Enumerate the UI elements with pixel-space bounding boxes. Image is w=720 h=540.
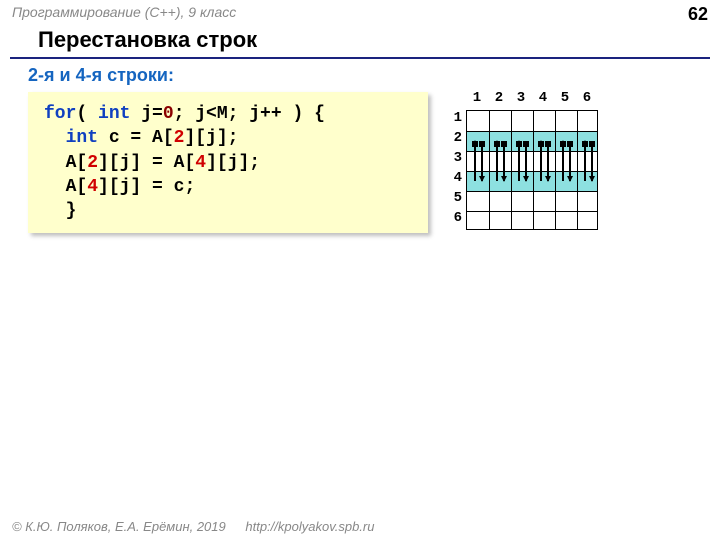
code-text: ; j<M; j++ ) { [174,104,325,124]
code-text: j= [130,104,162,124]
swap-arrow-icon [562,141,564,181]
code-text: ( [76,104,98,124]
row-label: 6 [446,208,462,228]
grid-diagram: 1 2 3 4 5 6 1 2 3 4 5 6 [448,92,598,230]
slide-header: Программирование (C++), 9 класс 62 [0,0,720,25]
code-text [44,153,66,173]
swap-arrow-icon [540,141,542,181]
swap-arrow-icon [525,141,527,181]
grid-line [467,131,597,132]
slide-footer: © К.Ю. Поляков, Е.А. Ерёмин, 2019 http:/… [12,519,374,534]
swap-arrow-icon [569,141,571,181]
subtitle: 2-я и 4-я строки: [0,59,720,92]
grid-line [467,171,597,172]
code-number: 4 [195,153,206,173]
footer-url: http://kpolyakov.spb.ru [245,519,374,534]
swap-arrow-icon [547,141,549,181]
code-text: c = A[ [98,128,174,148]
code-keyword-int: int [66,128,98,148]
col-label: 2 [488,90,510,106]
grid-line [467,211,597,212]
content-row: for( int j=0; j<M; j++ ) { int c = A[2][… [0,92,720,233]
code-text [44,177,66,197]
code-text [44,201,66,221]
code-block: for( int j=0; j<M; j++ ) { int c = A[2][… [28,92,428,233]
code-text: } [66,201,77,221]
page-title: Перестановка строк [10,25,710,59]
code-number: 2 [87,153,98,173]
code-text [44,128,66,148]
swap-arrow-icon [496,141,498,181]
grid-line [467,191,597,192]
grid-col-labels: 1 2 3 4 5 6 [466,90,598,106]
code-text: ][j] = A[ [98,153,195,173]
row-label: 4 [446,168,462,188]
col-label: 5 [554,90,576,106]
code-text: A[ [66,153,88,173]
code-number: 0 [163,104,174,124]
code-number: 4 [87,177,98,197]
code-text: ][j]; [206,153,260,173]
course-label: Программирование (C++), 9 класс [12,4,236,25]
code-keyword-int: int [98,104,130,124]
swap-arrow-icon [481,141,483,181]
col-label: 4 [532,90,554,106]
swap-arrow-icon [503,141,505,181]
swap-arrow-icon [518,141,520,181]
row-label: 2 [446,128,462,148]
code-number: 2 [174,128,185,148]
copyright-text: © К.Ю. Поляков, Е.А. Ерёмин, 2019 [12,519,226,534]
row-label: 3 [446,148,462,168]
swap-arrow-icon [474,141,476,181]
col-label: 1 [466,90,488,106]
swap-arrow-icon [584,141,586,181]
code-text: A[ [66,177,88,197]
page-number: 62 [688,4,708,25]
row-label: 1 [446,108,462,128]
grid-line [467,151,597,152]
code-text: ][j]; [184,128,238,148]
swap-arrow-icon [591,141,593,181]
grid-row-labels: 1 2 3 4 5 6 [446,108,462,228]
code-keyword-for: for [44,104,76,124]
grid-body [466,110,598,230]
col-label: 3 [510,90,532,106]
code-text: ][j] = c; [98,177,206,197]
col-label: 6 [576,90,598,106]
row-label: 5 [446,188,462,208]
